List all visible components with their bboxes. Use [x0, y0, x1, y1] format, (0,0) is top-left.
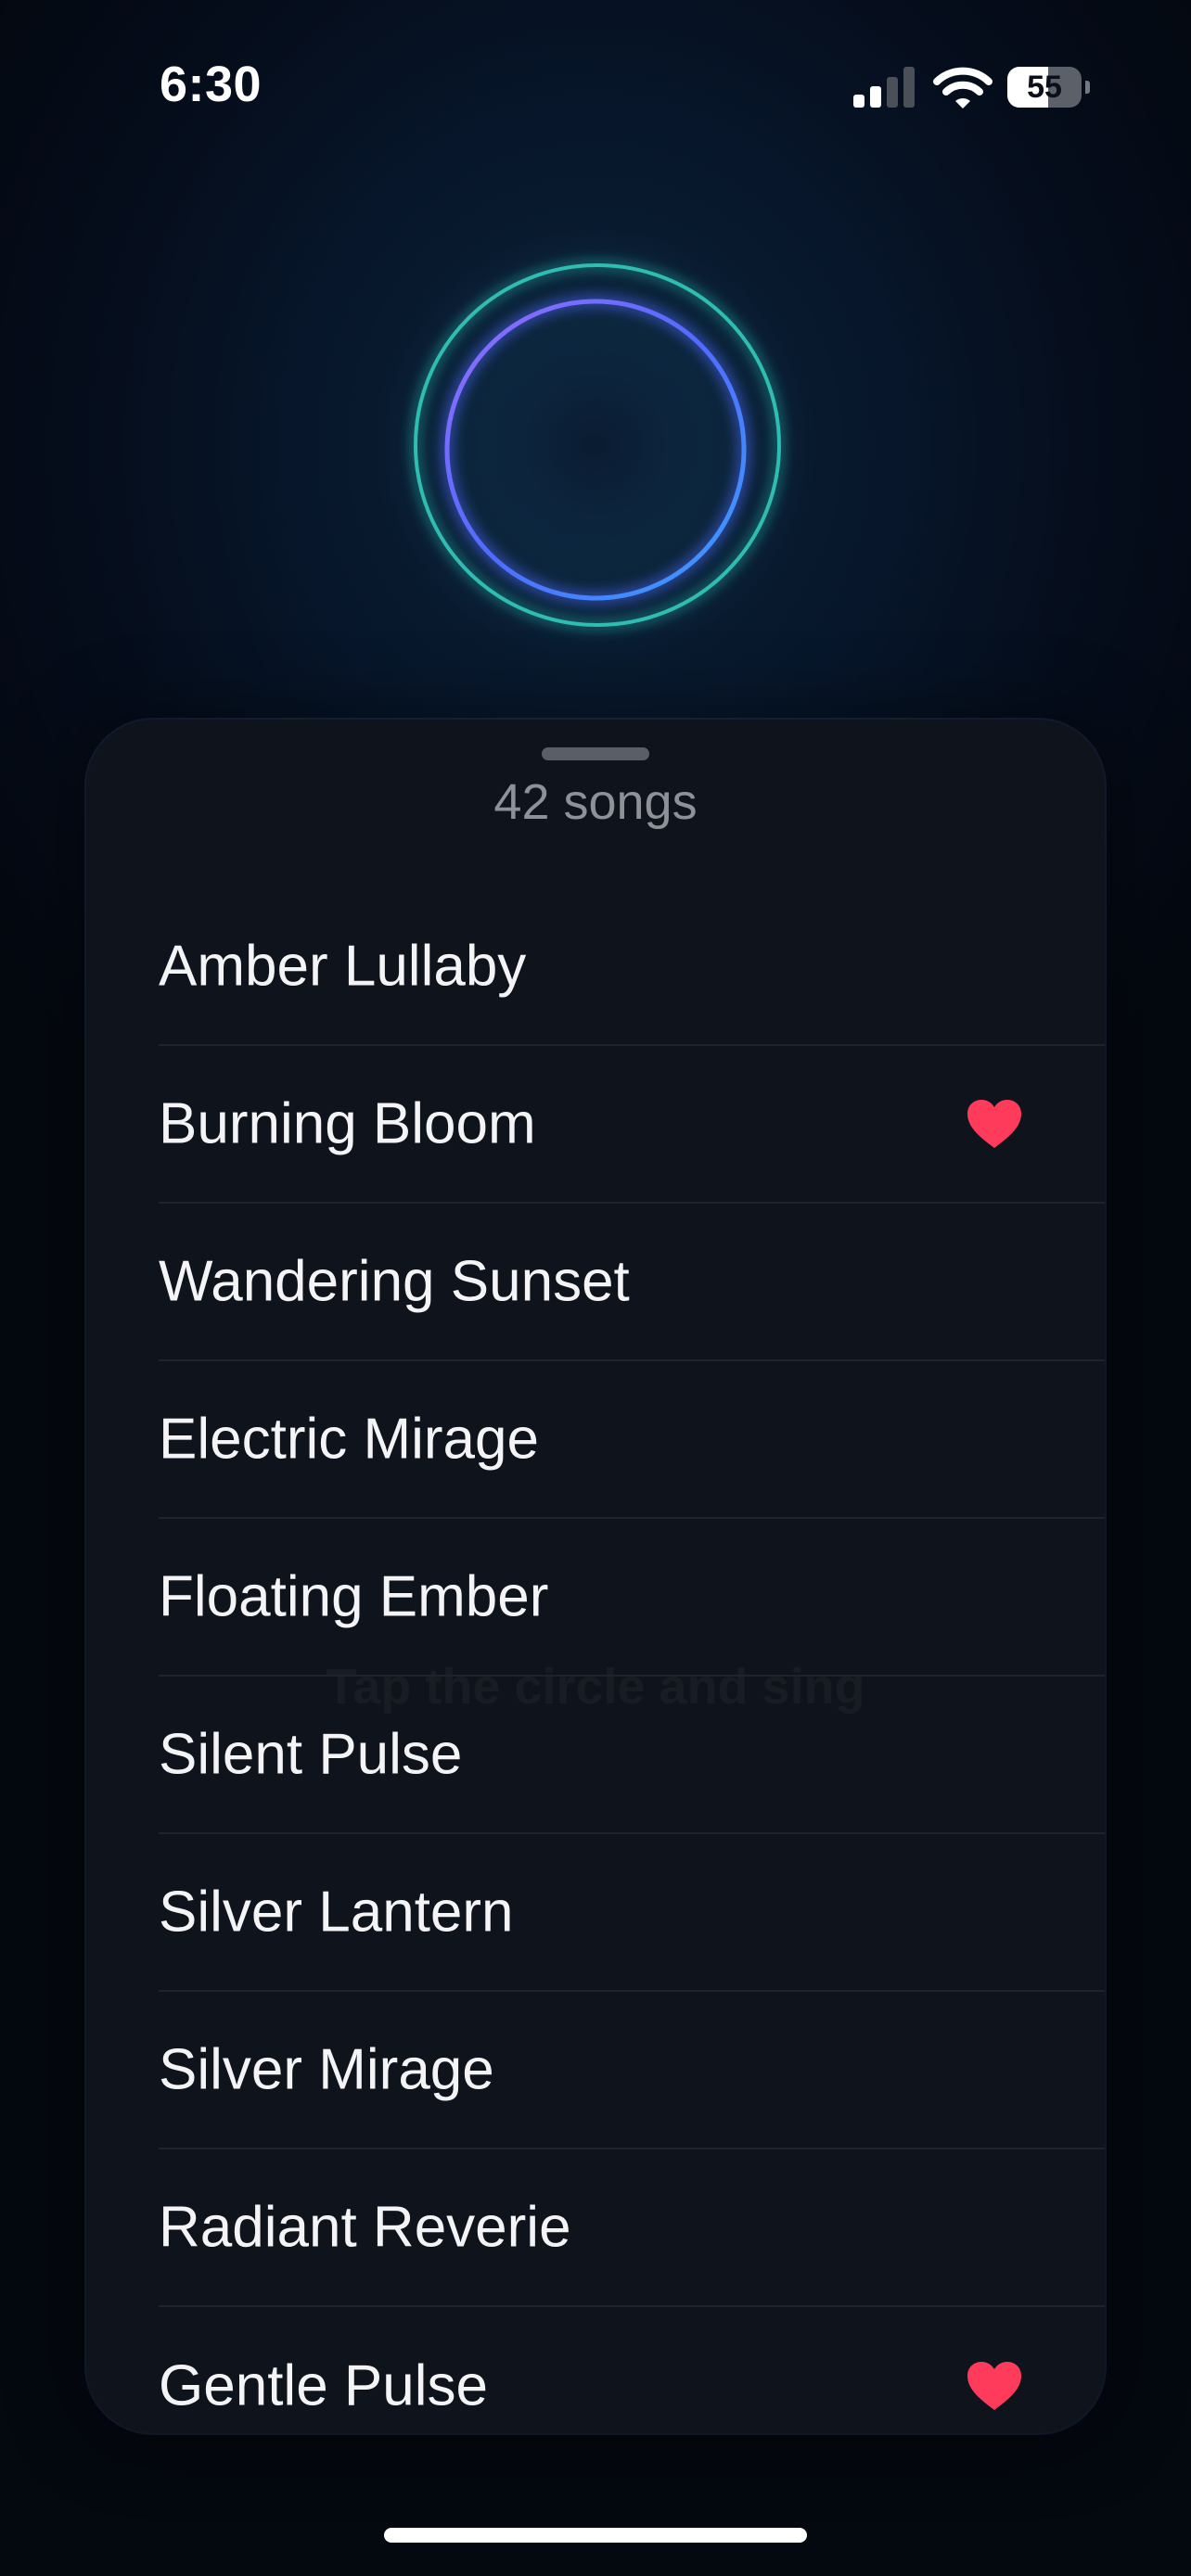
heart-icon[interactable] [966, 2360, 1023, 2412]
battery-cap [1085, 81, 1090, 94]
voice-orb[interactable] [373, 223, 818, 668]
song-row[interactable]: Silent Pulse [159, 1677, 1105, 1834]
cellular-signal-icon [853, 67, 915, 108]
battery-body: 55 [1007, 67, 1082, 108]
song-title: Silent Pulse [159, 1722, 463, 1787]
song-title: Gentle Pulse [159, 2353, 488, 2418]
song-title: Electric Mirage [159, 1407, 539, 1472]
song-title: Wandering Sunset [159, 1249, 630, 1314]
song-title: Radiant Reverie [159, 2195, 571, 2260]
song-list-sheet[interactable]: 42 songs Tap the circle and sing Amber L… [86, 720, 1105, 2433]
song-row[interactable]: Amber Lullaby [159, 888, 1105, 1046]
song-row[interactable]: Floating Ember [159, 1519, 1105, 1677]
song-row[interactable]: Gentle Pulse [159, 2307, 1105, 2433]
song-title: Floating Ember [159, 1564, 549, 1629]
song-title: Amber Lullaby [159, 934, 527, 999]
signal-bar-1 [853, 95, 864, 108]
signal-bar-4 [903, 67, 915, 108]
heart-icon[interactable] [966, 1098, 1023, 1150]
wifi-icon [933, 67, 992, 108]
song-list: Amber Lullaby Burning Bloom Wandering Su… [159, 888, 1105, 2433]
song-row[interactable]: Radiant Reverie [159, 2149, 1105, 2307]
song-title: Silver Mirage [159, 2037, 494, 2102]
battery-percent: 55 [1027, 70, 1062, 105]
song-row[interactable]: Burning Bloom [159, 1046, 1105, 1204]
sheet-grabber[interactable] [542, 747, 649, 760]
signal-bar-2 [870, 86, 881, 108]
song-title: Burning Bloom [159, 1091, 536, 1156]
battery-icon: 55 [1007, 67, 1091, 108]
song-row[interactable]: Silver Mirage [159, 1992, 1105, 2149]
status-bar: 6:30 55 [0, 0, 1191, 176]
song-row[interactable]: Wandering Sunset [159, 1204, 1105, 1361]
signal-bar-3 [887, 77, 898, 108]
song-count: 42 songs [493, 774, 698, 830]
home-indicator[interactable] [384, 2528, 807, 2543]
song-row[interactable]: Electric Mirage [159, 1361, 1105, 1519]
status-time: 6:30 [160, 57, 263, 112]
song-row[interactable]: Silver Lantern [159, 1834, 1105, 1992]
song-title: Silver Lantern [159, 1880, 514, 1945]
